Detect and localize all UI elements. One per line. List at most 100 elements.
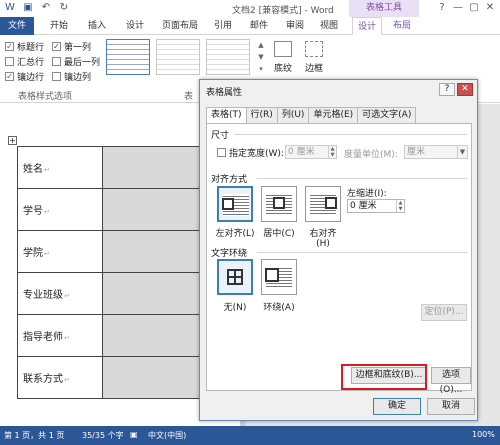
proofing-icon[interactable]: ▣ <box>130 430 138 439</box>
table-styles-group-label: 表 <box>184 92 194 102</box>
save-icon[interactable]: ▣ <box>22 2 34 14</box>
indent-input[interactable]: 0 厘米 ▲ ▼ <box>347 199 405 213</box>
tab-alt-text[interactable]: 可选文字(A) <box>357 107 417 123</box>
checkbox-icon[interactable] <box>5 57 14 66</box>
indent-label: 左缩进(I): <box>347 189 387 199</box>
checkbox-checked-icon[interactable]: ✓ <box>5 42 14 51</box>
tab-table-design[interactable]: 设计 <box>352 17 382 35</box>
restore-button[interactable]: ▢ <box>466 1 482 15</box>
preferred-width-input[interactable]: 0 厘米 ▲ ▼ <box>285 145 337 159</box>
gallery-scroll[interactable]: ▲ ▼ ▾ <box>256 39 266 75</box>
cell-text: 学院 <box>23 248 43 259</box>
measure-in-select[interactable]: 厘米 ▼ <box>404 145 468 159</box>
tab-table-layout[interactable]: 布局 <box>388 17 416 35</box>
banded-rows-option[interactable]: ✓ 镶边行 <box>5 70 44 83</box>
paragraph-mark-icon: ↵ <box>64 334 70 342</box>
table-label-cell[interactable]: 专业班级↵ <box>17 272 103 315</box>
dialog-title-buttons: ? ✕ <box>439 83 473 96</box>
cell-text: 指导老师 <box>23 332 63 343</box>
align-left-label: 左对齐(L) <box>215 229 255 239</box>
total-row-option[interactable]: 汇总行 <box>5 55 44 68</box>
document-title: 文档2 [兼容模式] - Word <box>232 6 334 16</box>
checkbox-icon[interactable] <box>217 148 226 157</box>
paragraph-mark-icon: ↵ <box>44 166 50 174</box>
paint-bucket-icon <box>274 41 292 57</box>
paragraph-mark-icon: ↵ <box>44 208 50 216</box>
tab-file[interactable]: 文件 <box>0 17 34 35</box>
wrap-none-icon <box>227 269 243 285</box>
minimize-button[interactable]: — <box>450 1 466 15</box>
ok-button[interactable]: 确定 <box>373 398 421 415</box>
preferred-width-option[interactable]: 指定宽度(W): <box>217 146 284 159</box>
wrap-none-label: 无(N) <box>223 303 247 313</box>
checkbox-checked-icon[interactable]: ✓ <box>52 42 61 51</box>
language-indicator[interactable]: 中文(中国) <box>148 430 186 441</box>
spinner-icon[interactable]: ▲ ▼ <box>328 146 336 158</box>
banded-columns-option[interactable]: 镶边列 <box>52 70 91 83</box>
word-count[interactable]: 35/35 个字 <box>82 430 124 441</box>
first-column-option[interactable]: ✓ 第一列 <box>52 40 91 53</box>
undo-icon[interactable]: ↶ <box>40 2 52 14</box>
header-row-option[interactable]: ✓ 标题行 <box>5 40 44 53</box>
cancel-button[interactable]: 取消 <box>427 398 475 415</box>
tab-column[interactable]: 列(U) <box>276 107 310 123</box>
last-column-option[interactable]: 最后一列 <box>52 55 100 68</box>
align-right-label: 右对齐(H) <box>309 229 337 249</box>
tab-page-layout[interactable]: 页面布局 <box>158 17 202 35</box>
tab-view[interactable]: 视图 <box>316 17 342 35</box>
tab-references[interactable]: 引用 <box>210 17 236 35</box>
quick-access-toolbar: W ▣ ↶ ↻ <box>4 2 70 14</box>
align-left-option[interactable] <box>217 186 253 222</box>
cell-text: 学号 <box>23 206 43 217</box>
title-bar: W ▣ ↶ ↻ 文档2 [兼容模式] - Word 表格工具 ? — ▢ ✕ <box>0 0 500 17</box>
checkbox-icon[interactable] <box>52 72 61 81</box>
tab-home[interactable]: 开始 <box>46 17 72 35</box>
table-tab-panel: 尺寸 指定宽度(W): 0 厘米 ▲ ▼ 度量单位(M): 厘米 ▼ 对齐方式 左… <box>206 123 472 395</box>
table-label-cell[interactable]: 联系方式↵ <box>17 356 103 399</box>
tab-table[interactable]: 表格(T) <box>206 107 247 124</box>
table-label-cell[interactable]: 姓名↵ <box>17 146 103 189</box>
ribbon-tabs: 文件 开始 插入 设计 页面布局 引用 邮件 审阅 视图 设计 布局 <box>0 17 500 35</box>
table-properties-dialog: 表格属性 ? ✕ 表格(T) 行(R) 列(U) 单元格(E) 可选文字(A) … <box>199 79 478 421</box>
zoom-level[interactable]: 100% <box>472 430 495 439</box>
checkbox-checked-icon[interactable]: ✓ <box>5 72 14 81</box>
tab-insert[interactable]: 插入 <box>84 17 110 35</box>
table-style-tile[interactable] <box>206 39 250 75</box>
table-label-cell[interactable]: 指导老师↵ <box>17 314 103 357</box>
status-bar: 第 1 页，共 1 页 35/35 个字 ▣ 中文(中国) 100% <box>0 426 500 445</box>
table-style-tile[interactable] <box>106 39 150 75</box>
tab-mailings[interactable]: 邮件 <box>246 17 272 35</box>
size-section-label: 尺寸 <box>211 131 230 141</box>
style-options-group-label: 表格样式选项 <box>18 92 73 102</box>
tab-design-main[interactable]: 设计 <box>122 17 148 35</box>
section-divider <box>235 134 467 135</box>
help-icon[interactable]: ? <box>434 1 450 15</box>
options-button[interactable]: 选项(O)... <box>431 367 471 395</box>
close-button[interactable]: ✕ <box>482 1 498 15</box>
align-center-option[interactable] <box>261 186 297 222</box>
paragraph-mark-icon: ↵ <box>64 376 70 384</box>
border-icon <box>305 41 323 57</box>
tab-review[interactable]: 审阅 <box>282 17 308 35</box>
spinner-icon[interactable]: ▲ ▼ <box>396 200 404 212</box>
paragraph-mark-icon: ↵ <box>44 250 50 258</box>
redo-icon[interactable]: ↻ <box>58 2 70 14</box>
wrap-none-option[interactable] <box>217 259 253 295</box>
table-label-cell[interactable]: 学号↵ <box>17 188 103 231</box>
word-icon[interactable]: W <box>4 2 16 14</box>
dialog-help-button[interactable]: ? <box>439 83 455 96</box>
tab-cell[interactable]: 单元格(E) <box>308 107 359 123</box>
positioning-button[interactable]: 定位(P)... <box>421 304 467 321</box>
tab-row[interactable]: 行(R) <box>245 107 278 123</box>
table-label-cell[interactable]: 学院↵ <box>17 230 103 273</box>
annotation-highlight-box <box>341 364 427 390</box>
table-move-handle-icon[interactable]: + <box>8 136 17 145</box>
table-style-tile[interactable] <box>156 39 200 75</box>
dialog-close-button[interactable]: ✕ <box>457 83 473 96</box>
section-divider <box>257 178 467 179</box>
wrap-around-option[interactable] <box>261 259 297 295</box>
checkbox-icon[interactable] <box>52 57 61 66</box>
page-count[interactable]: 第 1 页，共 1 页 <box>4 430 64 441</box>
align-right-option[interactable] <box>305 186 341 222</box>
section-divider <box>257 252 467 253</box>
